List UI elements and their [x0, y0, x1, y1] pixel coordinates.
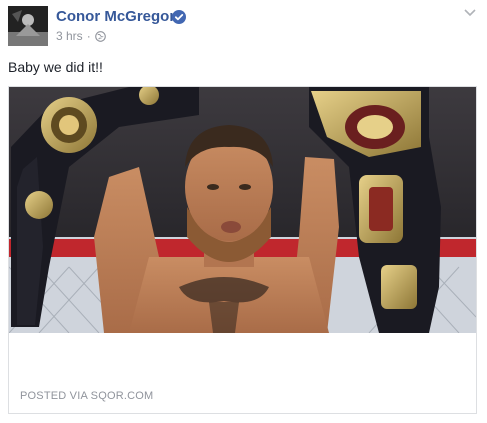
post-caption: Baby we did it!!	[8, 59, 103, 75]
facebook-post: Conor McGregor 3 hrs · Baby we did it!!	[0, 0, 487, 423]
attachment-photo[interactable]	[9, 87, 476, 333]
globe-icon[interactable]	[94, 30, 106, 42]
verified-badge-icon	[172, 10, 186, 24]
post-meta: 3 hrs ·	[56, 28, 106, 44]
author-name-link[interactable]: Conor McGregor	[56, 8, 175, 26]
avatar[interactable]	[8, 6, 48, 46]
timestamp-link[interactable]: 3 hrs	[56, 28, 83, 44]
chevron-down-icon[interactable]	[463, 8, 477, 18]
meta-separator: ·	[86, 29, 91, 43]
attachment-source-label[interactable]: POSTED VIA SQOR.COM	[20, 389, 153, 403]
link-attachment-card[interactable]: POSTED VIA SQOR.COM	[8, 86, 477, 414]
